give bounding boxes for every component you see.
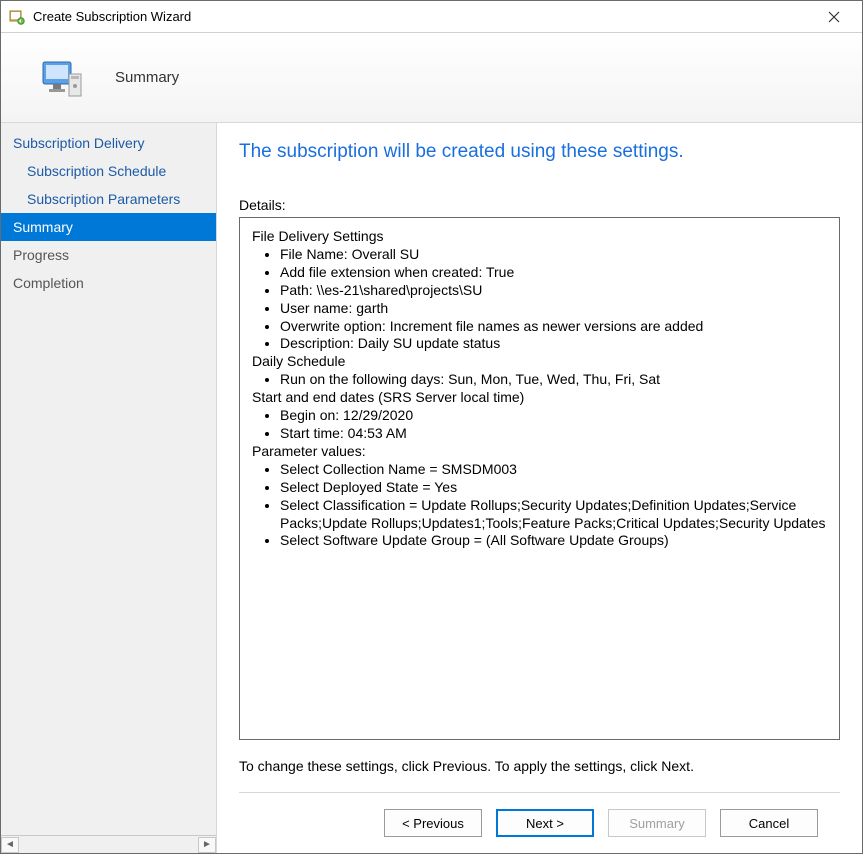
instruction-text: To change these settings, click Previous… bbox=[239, 758, 840, 774]
details-box: File Delivery Settings File Name: Overal… bbox=[239, 217, 840, 740]
nav-summary[interactable]: Summary bbox=[1, 213, 216, 241]
nav-subscription-parameters[interactable]: Subscription Parameters bbox=[1, 185, 216, 213]
main-title: The subscription will be created using t… bbox=[239, 141, 840, 163]
dates-list: Begin on: 12/29/2020 Start time: 04:53 A… bbox=[252, 407, 827, 443]
wizard-window: Create Subscription Wizard Summary bbox=[0, 0, 863, 854]
detail-start-time: Start time: 04:53 AM bbox=[280, 425, 827, 443]
button-bar: < Previous Next > Summary Cancel bbox=[239, 793, 840, 853]
detail-collection: Select Collection Name = SMSDM003 bbox=[280, 461, 827, 479]
detail-sug: Select Software Update Group = (All Soft… bbox=[280, 532, 827, 550]
nav-subscription-delivery[interactable]: Subscription Delivery bbox=[1, 129, 216, 157]
detail-deployed: Select Deployed State = Yes bbox=[280, 479, 827, 497]
nav-subscription-schedule[interactable]: Subscription Schedule bbox=[1, 157, 216, 185]
app-icon bbox=[9, 9, 25, 25]
scroll-left-icon[interactable]: ◄ bbox=[1, 837, 19, 853]
previous-button[interactable]: < Previous bbox=[384, 809, 482, 837]
detail-days: Run on the following days: Sun, Mon, Tue… bbox=[280, 371, 827, 389]
detail-description: Description: Daily SU update status bbox=[280, 335, 827, 353]
summary-button: Summary bbox=[608, 809, 706, 837]
details-label: Details: bbox=[239, 197, 840, 213]
cancel-button[interactable]: Cancel bbox=[720, 809, 818, 837]
detail-user: User name: garth bbox=[280, 300, 827, 318]
detail-file-name: File Name: Overall SU bbox=[280, 246, 827, 264]
sidebar: Subscription Delivery Subscription Sched… bbox=[1, 123, 217, 853]
nav-item-label: Subscription Delivery bbox=[13, 135, 145, 151]
detail-begin: Begin on: 12/29/2020 bbox=[280, 407, 827, 425]
titlebar: Create Subscription Wizard bbox=[1, 1, 862, 33]
next-button[interactable]: Next > bbox=[496, 809, 594, 837]
wizard-body: Subscription Delivery Subscription Sched… bbox=[1, 123, 862, 853]
nav-item-label: Completion bbox=[13, 275, 84, 291]
nav-list: Subscription Delivery Subscription Sched… bbox=[1, 123, 216, 835]
scroll-right-icon[interactable]: ► bbox=[198, 837, 216, 853]
dates-heading: Start and end dates (SRS Server local ti… bbox=[252, 389, 827, 407]
detail-overwrite: Overwrite option: Increment file names a… bbox=[280, 318, 827, 336]
schedule-heading: Daily Schedule bbox=[252, 353, 827, 371]
file-delivery-heading: File Delivery Settings bbox=[252, 228, 827, 246]
sidebar-scrollbar: ◄ ► bbox=[1, 835, 216, 853]
params-list: Select Collection Name = SMSDM003 Select… bbox=[252, 461, 827, 551]
detail-classification: Select Classification = Update Rollups;S… bbox=[280, 497, 827, 533]
nav-progress[interactable]: Progress bbox=[1, 241, 216, 269]
wizard-icon bbox=[39, 54, 87, 102]
close-button[interactable] bbox=[814, 2, 854, 32]
detail-path: Path: \\es-21\shared\projects\SU bbox=[280, 282, 827, 300]
detail-add-ext: Add file extension when created: True bbox=[280, 264, 827, 282]
params-heading: Parameter values: bbox=[252, 443, 827, 461]
nav-item-label: Progress bbox=[13, 247, 69, 263]
header-band: Summary bbox=[1, 33, 862, 123]
window-title: Create Subscription Wizard bbox=[33, 9, 814, 24]
nav-item-label: Summary bbox=[13, 219, 73, 235]
page-heading: Summary bbox=[115, 69, 179, 86]
nav-item-label: Subscription Parameters bbox=[27, 191, 180, 207]
main-panel: The subscription will be created using t… bbox=[217, 123, 862, 853]
nav-completion[interactable]: Completion bbox=[1, 269, 216, 297]
nav-item-label: Subscription Schedule bbox=[27, 163, 166, 179]
file-delivery-list: File Name: Overall SU Add file extension… bbox=[252, 246, 827, 353]
schedule-list: Run on the following days: Sun, Mon, Tue… bbox=[252, 371, 827, 389]
